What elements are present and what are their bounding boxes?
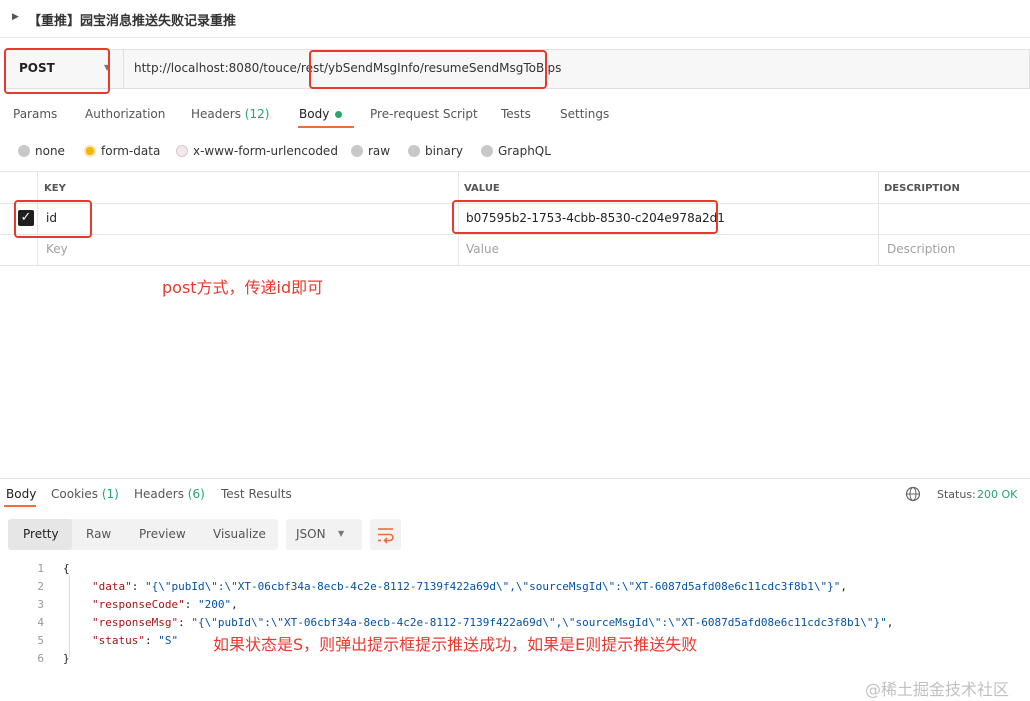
body-indicator-dot — [335, 111, 343, 118]
json-string: "{\"pubId\":\"XT-06cbf34a-8ecb-4c2e-8112… — [145, 580, 841, 593]
active-tab-underline — [298, 126, 354, 128]
request-title-row[interactable]: ▶ 【重推】园宝消息推送失败记录重推 — [0, 0, 1030, 38]
status-label: Status: — [937, 488, 976, 501]
watermark: @稀土掘金技术社区 — [865, 680, 1010, 699]
key-highlight-box — [14, 200, 92, 238]
status-annotation-note: 如果状态是S，则弹出提示框提示推送成功，如果是E则提示推送失败 — [213, 635, 698, 654]
code-line: { — [63, 562, 70, 575]
code-line: } — [63, 652, 70, 665]
response-active-underline — [4, 505, 36, 507]
wrap-lines-button[interactable] — [370, 519, 401, 550]
view-pretty-button[interactable]: Pretty — [8, 519, 72, 550]
code-line: "responseMsg": "{\"pubId\":\"XT-06cbf34a… — [92, 616, 894, 629]
line-number: 4 — [37, 616, 44, 629]
format-label: JSON — [296, 527, 326, 541]
tab-headers[interactable]: Headers (12) — [191, 107, 269, 121]
radio-none[interactable]: none — [18, 144, 65, 158]
chevron-down-icon: ▼ — [338, 529, 345, 538]
key-placeholder[interactable]: Key — [46, 242, 68, 256]
value-highlight-box — [452, 200, 718, 234]
column-divider — [878, 172, 879, 266]
line-number: 2 — [37, 580, 44, 593]
tab-authorization[interactable]: Authorization — [85, 107, 165, 121]
radio-graphql[interactable]: GraphQL — [481, 144, 551, 158]
indent-guide — [69, 575, 70, 657]
view-visualize-button[interactable]: Visualize — [213, 527, 266, 541]
response-tab-cookies[interactable]: Cookies (1) — [51, 487, 119, 501]
response-tab-cookies-label: Cookies — [51, 487, 98, 501]
radio-graphql-label: GraphQL — [498, 144, 551, 158]
column-header-key: KEY — [44, 183, 66, 194]
radio-binary[interactable]: binary — [408, 144, 463, 158]
request-title: 【重推】园宝消息推送失败记录重推 — [28, 14, 237, 29]
tab-body-label: Body — [299, 107, 330, 121]
tab-settings[interactable]: Settings — [560, 107, 609, 121]
radio-raw[interactable]: raw — [351, 144, 390, 158]
radio-raw-label: raw — [368, 144, 391, 158]
view-preview-button[interactable]: Preview — [139, 527, 186, 541]
globe-icon[interactable] — [905, 486, 921, 502]
response-view-group: Pretty Raw Preview Visualize — [8, 519, 278, 550]
json-key: "data" — [92, 580, 132, 593]
radio-urlencoded[interactable]: x-www-form-urlencoded — [176, 144, 338, 158]
line-number: 6 — [37, 652, 44, 665]
json-string: "200" — [197, 598, 232, 611]
radio-icon — [408, 145, 420, 157]
line-number: 5 — [37, 634, 44, 647]
value-placeholder[interactable]: Value — [466, 242, 499, 256]
radio-none-label: none — [35, 144, 65, 158]
json-string: "S" — [158, 634, 179, 647]
table-divider — [0, 234, 1030, 235]
code-line: "data": "{\"pubId\":\"XT-06cbf34a-8ecb-4… — [92, 580, 847, 593]
tab-prerequest-script[interactable]: Pre-request Script — [370, 107, 478, 121]
tab-headers-count: (12) — [244, 107, 270, 121]
response-tab-headers-label: Headers — [134, 487, 184, 501]
radio-icon — [351, 145, 363, 157]
format-select[interactable]: JSON ▼ — [286, 519, 362, 550]
column-header-value: VALUE — [464, 183, 500, 194]
radio-urlencoded-label: x-www-form-urlencoded — [193, 144, 338, 158]
status-value[interactable]: 200 OK — [977, 488, 1017, 501]
post-annotation-note: post方式，传递id即可 — [162, 278, 324, 297]
table-divider — [0, 265, 1030, 266]
line-number: 1 — [37, 562, 44, 575]
json-key: "responseMsg" — [92, 616, 179, 629]
method-highlight-box — [4, 48, 110, 94]
tab-body[interactable]: Body — [299, 107, 343, 121]
line-number: 3 — [37, 598, 44, 611]
tab-tests[interactable]: Tests — [501, 107, 531, 121]
response-divider — [0, 478, 1030, 479]
radio-icon — [176, 145, 188, 157]
radio-selected-icon — [84, 145, 96, 157]
code-line: "responseCode": "200", — [92, 598, 238, 611]
column-header-description: DESCRIPTION — [884, 183, 960, 194]
radio-form-data[interactable]: form-data — [84, 144, 160, 158]
url-path-highlight-box — [309, 50, 547, 89]
radio-icon — [18, 145, 30, 157]
response-tab-cookies-count: (1) — [101, 487, 119, 501]
response-tab-headers[interactable]: Headers (6) — [134, 487, 205, 501]
description-placeholder[interactable]: Description — [887, 242, 955, 256]
code-line: "status": "S" — [92, 634, 179, 647]
expand-caret-icon[interactable]: ▶ — [12, 12, 19, 22]
radio-form-data-label: form-data — [101, 144, 161, 158]
url-input[interactable]: http://localhost:8080/touce/rest/ybSendM… — [123, 49, 1030, 89]
view-pretty-label: Pretty — [23, 527, 59, 541]
radio-binary-label: binary — [425, 144, 463, 158]
tab-params[interactable]: Params — [13, 107, 57, 121]
json-key: "status" — [92, 634, 145, 647]
response-tab-body[interactable]: Body — [6, 487, 36, 501]
view-raw-button[interactable]: Raw — [86, 527, 111, 541]
json-string: "{\"pubId\":\"XT-06cbf34a-8ecb-4c2e-8112… — [191, 616, 887, 629]
response-tab-headers-count: (6) — [187, 487, 205, 501]
tab-headers-label: Headers — [191, 107, 241, 121]
radio-icon — [481, 145, 493, 157]
wrap-lines-icon — [378, 528, 394, 544]
response-tab-test-results[interactable]: Test Results — [221, 487, 292, 501]
json-key: "responseCode" — [92, 598, 185, 611]
